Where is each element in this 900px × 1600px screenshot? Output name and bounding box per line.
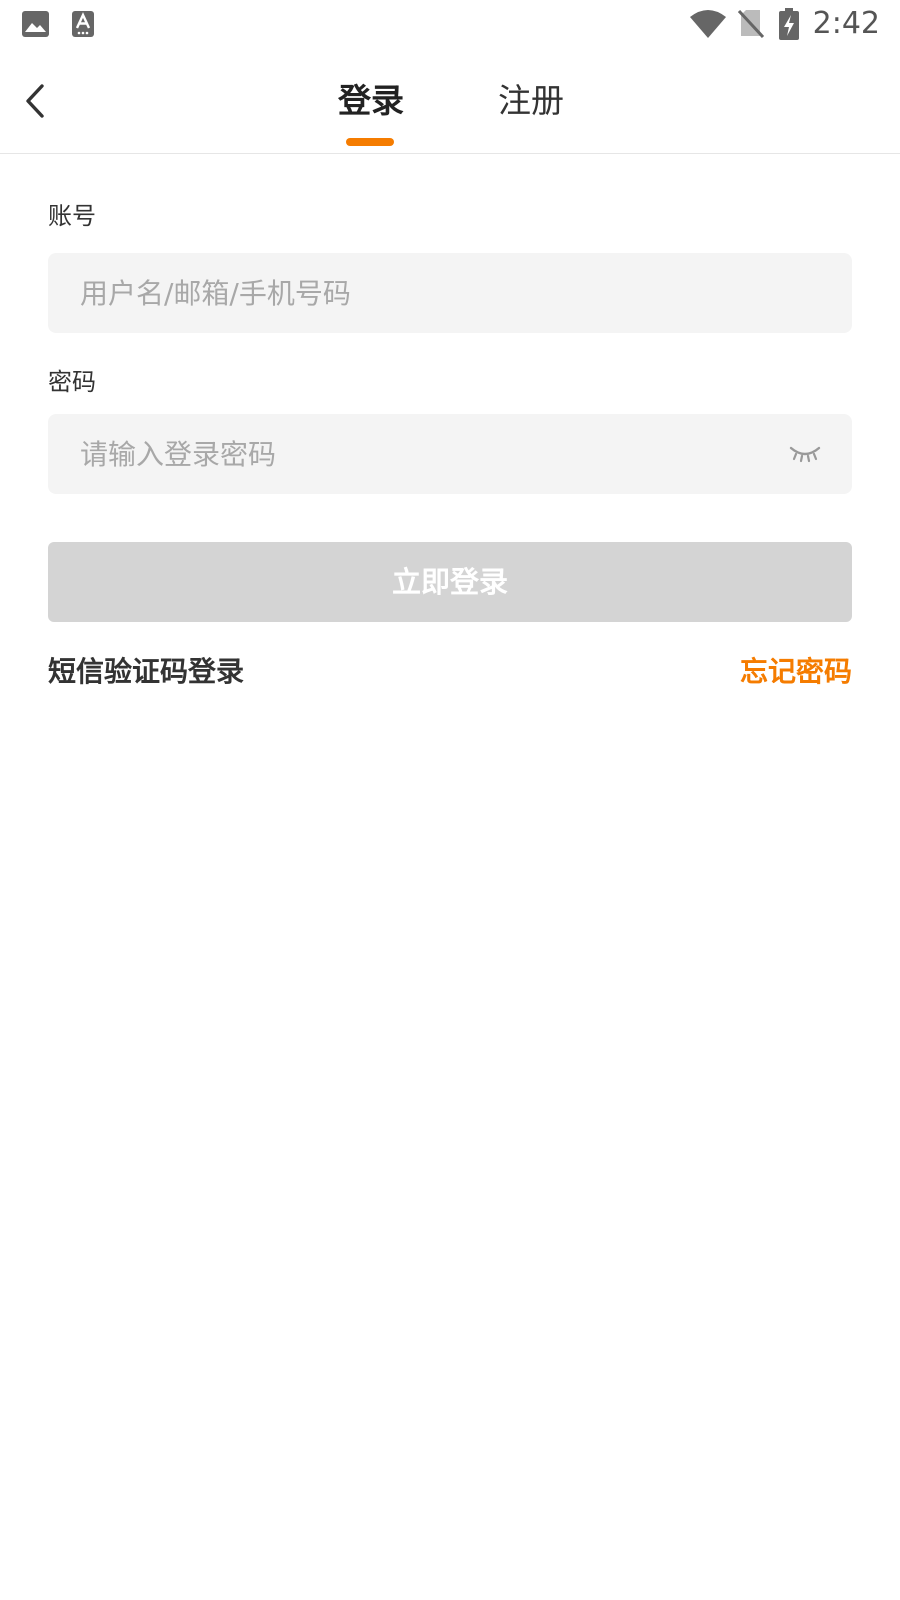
status-bar: 2:42: [0, 0, 900, 50]
active-tab-indicator: [346, 138, 394, 146]
tab-register[interactable]: 注册: [498, 78, 564, 124]
header: 登录 注册: [0, 50, 900, 154]
login-button[interactable]: 立即登录: [48, 542, 852, 622]
status-time: 2:42: [812, 6, 880, 41]
text-input-icon: [72, 11, 94, 37]
password-label: 密码: [48, 368, 96, 396]
password-input[interactable]: [80, 414, 760, 494]
password-field: [48, 414, 852, 494]
sms-login-link[interactable]: 短信验证码登录: [48, 652, 244, 692]
forgot-password-link[interactable]: 忘记密码: [740, 652, 852, 692]
back-button[interactable]: [18, 76, 62, 126]
tab-login[interactable]: 登录: [338, 78, 404, 124]
account-label: 账号: [48, 202, 96, 230]
wifi-icon: [690, 10, 726, 38]
chevron-left-icon: [26, 84, 44, 118]
account-field: [48, 253, 852, 333]
account-input[interactable]: [80, 253, 760, 333]
no-sim-icon: [738, 10, 764, 38]
image-icon: [22, 11, 49, 37]
password-visibility-toggle[interactable]: [788, 440, 822, 468]
battery-charging-icon: [779, 8, 799, 40]
login-screen: 2:42 登录 注册 账号 密码 立即登录 短信验证: [0, 0, 900, 1600]
eye-closed-icon: [789, 446, 821, 463]
